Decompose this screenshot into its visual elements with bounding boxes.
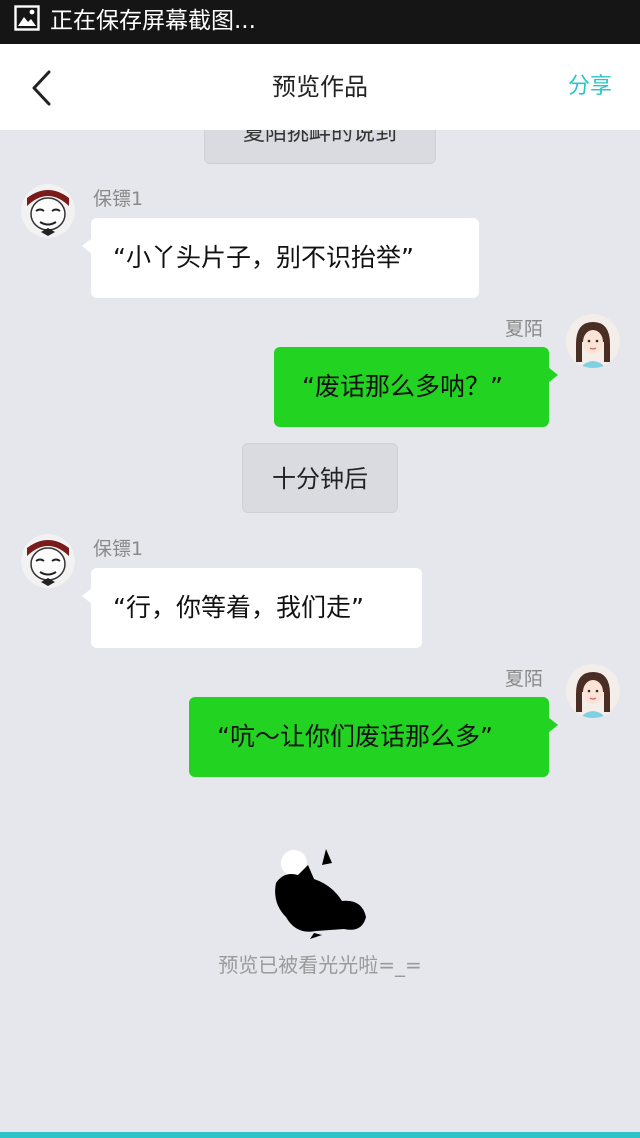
message-bubble[interactable]: “小丫头片子，别不识抬举” <box>82 218 479 298</box>
bottom-accent-bar <box>0 1132 640 1138</box>
girl-avatar[interactable] <box>566 664 620 718</box>
status-text: 正在保存屏幕截图... <box>50 8 256 34</box>
sleeping-cat-icon <box>275 849 366 939</box>
sender-name: 保镖1 <box>93 538 144 560</box>
message-bubble[interactable]: “行，你等着，我们走” <box>82 568 422 648</box>
share-button[interactable]: 分享 <box>568 71 612 103</box>
girl-avatar[interactable] <box>566 314 620 368</box>
sender-name: 保镖1 <box>93 188 144 210</box>
time-divider: 十分钟后 <box>242 443 398 513</box>
image-icon <box>14 5 40 31</box>
sender-name: 夏陌 <box>505 668 544 690</box>
chat-area[interactable]: 夏陌挑衅的说到 保镖1 “小丫头片子，别不识抬举” 夏陌 “废话那么多呐？” 十… <box>0 130 640 1132</box>
page-title: 预览作品 <box>272 73 368 101</box>
end-of-preview-text: 预览已被看光光啦=_= <box>218 953 422 977</box>
cartoon-face-avatar[interactable] <box>21 534 75 588</box>
cartoon-face-avatar[interactable] <box>21 184 75 238</box>
message-bubble[interactable]: “废话那么多呐？” <box>274 347 558 427</box>
message-bubble[interactable]: “吭～让你们废话那么多” <box>189 697 558 777</box>
narration-bubble: 夏陌挑衅的说到 <box>204 130 436 164</box>
sender-name: 夏陌 <box>505 318 544 340</box>
status-bar: 正在保存屏幕截图... <box>0 0 640 44</box>
header: 预览作品 分享 <box>0 44 640 130</box>
